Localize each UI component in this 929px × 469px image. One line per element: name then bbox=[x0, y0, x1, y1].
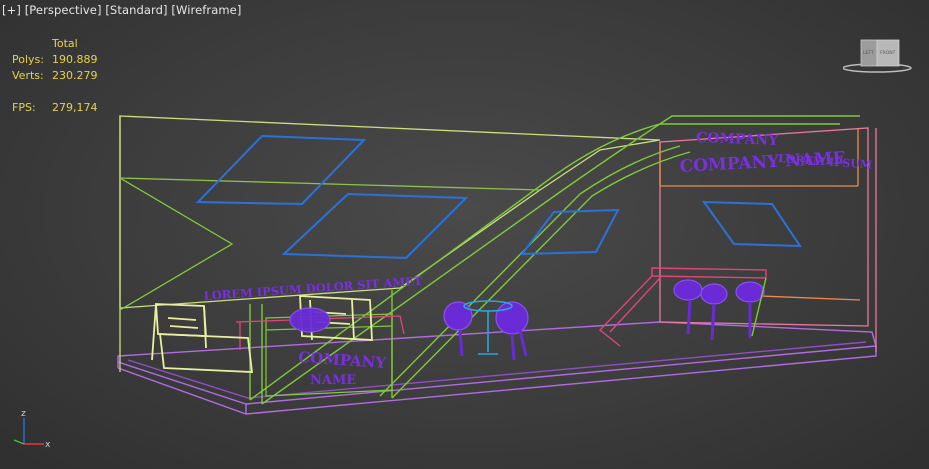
viewcube-left-face: LEFT bbox=[863, 50, 874, 56]
panel-3 bbox=[519, 208, 620, 256]
viewcube[interactable]: LEFT FRONT bbox=[842, 38, 915, 76]
booth-wall-left bbox=[119, 115, 661, 372]
bar-table bbox=[598, 267, 767, 347]
axis-x-label: x bbox=[45, 440, 51, 450]
viewcube-graphic[interactable]: LEFT FRONT bbox=[842, 38, 915, 76]
panel-4 bbox=[702, 200, 802, 248]
chair-2 bbox=[443, 301, 473, 331]
blue-display-panels bbox=[195, 134, 802, 260]
stool-1 bbox=[673, 279, 703, 301]
sign-company-top: COMPANY bbox=[696, 130, 780, 149]
panel-1 bbox=[195, 134, 367, 206]
floor-platform bbox=[117, 321, 877, 415]
chair-1 bbox=[289, 307, 331, 333]
scene-signage: COMPANY COMPANY NAME LOREM IPSUM LOREM I… bbox=[203, 130, 872, 388]
stool-3 bbox=[735, 281, 765, 303]
sign-counter-name: NAME bbox=[310, 373, 356, 388]
stool-2 bbox=[700, 283, 728, 305]
sign-lorem-left: LOREM IPSUM DOLOR SIT AMET bbox=[203, 274, 423, 303]
axis-z-label: z bbox=[21, 409, 26, 419]
panel-2 bbox=[281, 192, 469, 260]
axis-gizmo: z x bbox=[13, 409, 51, 450]
sofa-left bbox=[151, 303, 254, 373]
viewcube-front-face: FRONT bbox=[880, 50, 896, 56]
wireframe-scene[interactable]: COMPANY COMPANY NAME LOREM IPSUM LOREM I… bbox=[0, 0, 929, 469]
